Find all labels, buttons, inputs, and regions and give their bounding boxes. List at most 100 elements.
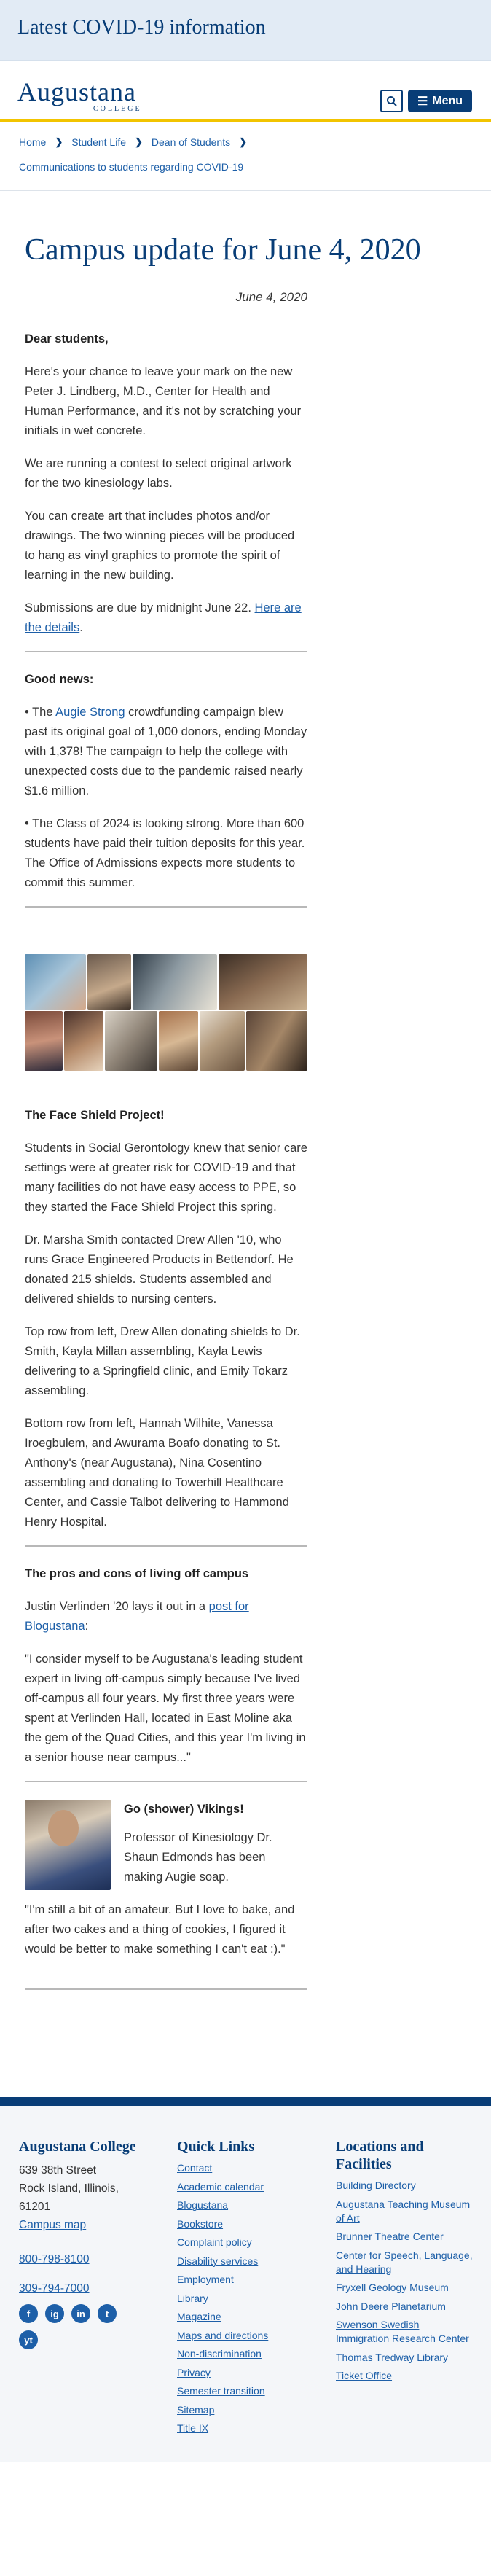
section-heading: Good news: (25, 673, 94, 686)
divider (25, 906, 307, 908)
location-link[interactable]: Swenson Swedish Immigration Research Cen… (336, 2318, 474, 2346)
youtube-icon[interactable]: yt (19, 2330, 38, 2349)
facebook-icon[interactable]: f (19, 2304, 38, 2323)
article-body: Dear students, Here's your chance to lea… (25, 329, 307, 1990)
footer-contact: Augustana College 639 38th Street Rock I… (19, 2138, 165, 2349)
site-header: Augustana COLLEGE ☰ Menu (0, 61, 491, 122)
location-link[interactable]: Augustana Teaching Museum of Art (336, 2198, 474, 2225)
article-date: June 4, 2020 (235, 290, 307, 304)
quick-link[interactable]: Contact (177, 2161, 315, 2175)
quick-link[interactable]: Maps and directions (177, 2329, 315, 2343)
logo-college: COLLEGE (93, 105, 142, 113)
quick-link[interactable]: Title IX (177, 2421, 315, 2435)
search-icon (386, 95, 397, 106)
breadcrumb-home[interactable]: Home (19, 136, 46, 148)
quick-link[interactable]: Sitemap (177, 2403, 315, 2417)
chevron-right-icon: ❯ (55, 136, 63, 147)
social-links: f ig in t yt (19, 2304, 135, 2349)
divider (25, 651, 307, 652)
photo (219, 954, 307, 1010)
text: Justin Verlinden '20 lays it out in a (25, 1600, 209, 1613)
quick-link[interactable]: Semester transition (177, 2384, 315, 2398)
location-link[interactable]: Building Directory (336, 2179, 474, 2193)
article: Campus update for June 4, 2020 June 4, 2… (0, 232, 491, 1990)
locations-list: Building Directory Augustana Teaching Mus… (336, 2179, 474, 2383)
divider (25, 1781, 307, 1782)
section-heading: Go (shower) Vikings! (124, 1803, 244, 1816)
location-link[interactable]: Ticket Office (336, 2369, 474, 2383)
paragraph: Professor of Kinesiology Dr. Shaun Edmon… (124, 1831, 272, 1884)
paragraph: Here's your chance to leave your mark on… (25, 365, 302, 437)
quick-link[interactable]: Complaint policy (177, 2236, 315, 2249)
quick-link[interactable]: Library (177, 2292, 315, 2306)
address-line: 639 38th Street (19, 2164, 96, 2177)
campus-map-link[interactable]: Campus map (19, 2219, 86, 2231)
chevron-right-icon: ❯ (135, 136, 143, 147)
search-button[interactable] (380, 90, 403, 112)
divider (25, 1988, 307, 1990)
menu-button[interactable]: ☰ Menu (408, 90, 472, 112)
paragraph: • The Class of 2024 is looking strong. M… (25, 817, 305, 889)
paragraph: You can create art that includes photos … (25, 510, 295, 582)
breadcrumb-current[interactable]: Communications to students regarding COV… (19, 161, 472, 173)
section-heading: The pros and cons of living off campus (25, 1567, 249, 1580)
augie-strong-link[interactable]: Augie Strong (55, 706, 125, 719)
phone-link[interactable]: 309-794-7000 (19, 2282, 90, 2295)
logo-name: Augustana (17, 77, 136, 106)
quick-link[interactable]: Magazine (177, 2310, 315, 2324)
phone-link[interactable]: 800-798-8100 (19, 2253, 90, 2265)
photo (25, 1011, 63, 1071)
quick-link[interactable]: Academic calendar (177, 2180, 315, 2194)
quote: "I'm still a bit of an amateur. But I lo… (25, 1903, 295, 1956)
breadcrumb: Home ❯ Student Life ❯ Dean of Students ❯… (0, 122, 491, 191)
face-shield-photo-collage (25, 954, 307, 1071)
breadcrumb-dean-of-students[interactable]: Dean of Students (152, 136, 230, 148)
quote: "I consider myself to be Augustana's lea… (25, 1652, 306, 1764)
instagram-icon[interactable]: ig (45, 2304, 64, 2323)
paragraph: We are running a contest to select origi… (25, 457, 292, 490)
breadcrumb-student-life[interactable]: Student Life (71, 136, 126, 148)
footer-college-name: Augustana College (19, 2139, 136, 2155)
quick-link[interactable]: Privacy (177, 2366, 315, 2380)
menu-label: Menu (432, 94, 463, 107)
location-link[interactable]: Brunner Theatre Center (336, 2230, 474, 2244)
paragraph: • The Augie Strong crowdfunding campaign… (25, 703, 307, 801)
chevron-right-icon: ❯ (239, 136, 247, 147)
quick-links-list: Contact Academic calendar Blogustana Bookst… (177, 2161, 315, 2435)
paragraph: Submissions are due by midnight June 22.… (25, 598, 307, 638)
location-link[interactable]: John Deere Planetarium (336, 2300, 474, 2314)
quick-link[interactable]: Non-discrimination (177, 2347, 315, 2361)
quick-link[interactable]: Employment (177, 2273, 315, 2287)
footer-quick-links: Quick Links Contact Academic calendar Blog… (177, 2138, 315, 2440)
location-link[interactable]: Thomas Tredway Library (336, 2351, 474, 2365)
address-line: Rock Island, Illinois, (19, 2182, 119, 2195)
text: : (85, 1620, 89, 1633)
text: • The (25, 706, 56, 719)
quick-link[interactable]: Blogustana (177, 2198, 315, 2212)
photo (25, 954, 86, 1010)
photo (200, 1011, 245, 1071)
covid-banner-link[interactable]: Latest COVID-19 information (17, 16, 474, 39)
photo (87, 954, 131, 1010)
quick-link[interactable]: Bookstore (177, 2217, 315, 2231)
paragraph: Dr. Marsha Smith contacted Drew Allen '1… (25, 1233, 294, 1305)
photo (246, 1011, 307, 1071)
paragraph: Top row from left, Drew Allen donating s… (25, 1325, 300, 1397)
linkedin-icon[interactable]: in (71, 2304, 90, 2323)
location-link[interactable]: Center for Speech, Language, and Hearing (336, 2249, 474, 2276)
address-line: 61201 (19, 2201, 51, 2213)
footer-locations: Locations and Facilities Building Direct… (336, 2138, 474, 2388)
hamburger-icon: ☰ (417, 95, 428, 108)
locations-title: Locations and Facilities (336, 2139, 424, 2172)
location-link[interactable]: Fryxell Geology Museum (336, 2281, 474, 2295)
paragraph: Bottom row from left, Hannah Wilhite, Va… (25, 1417, 289, 1529)
paragraph: Justin Verlinden '20 lays it out in a po… (25, 1597, 307, 1636)
augustana-logo[interactable]: Augustana COLLEGE (17, 77, 140, 113)
twitter-icon[interactable]: t (98, 2304, 117, 2323)
section-heading: The Face Shield Project! (25, 1109, 165, 1122)
quick-link[interactable]: Disability services (177, 2255, 315, 2268)
shaun-edmonds-photo (25, 1800, 111, 1890)
text: . (79, 621, 83, 634)
paragraph: Students in Social Gerontology knew that… (25, 1141, 307, 1214)
covid-banner[interactable]: Latest COVID-19 information (0, 0, 491, 61)
